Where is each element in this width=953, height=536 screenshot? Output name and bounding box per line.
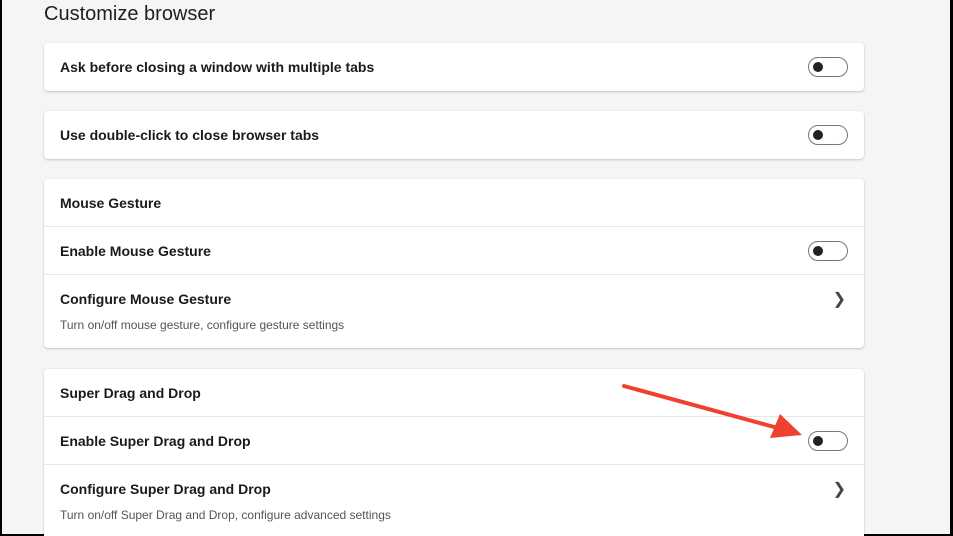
- configure-mouse-gesture-row[interactable]: Configure Mouse Gesture Turn on/off mous…: [44, 275, 864, 348]
- configure-super-drag-row[interactable]: Configure Super Drag and Drop Turn on/of…: [44, 465, 864, 536]
- enable-super-drag-row: Enable Super Drag and Drop: [44, 417, 864, 465]
- dblclick-toggle[interactable]: [808, 125, 848, 145]
- super-drag-header: Super Drag and Drop: [44, 369, 864, 417]
- dblclick-label: Use double-click to close browser tabs: [60, 127, 320, 143]
- enable-mouse-gesture-label: Enable Mouse Gesture: [60, 242, 211, 259]
- dblclick-row: Use double-click to close browser tabs: [44, 111, 864, 159]
- super-drag-card: Super Drag and Drop Enable Super Drag an…: [44, 369, 864, 536]
- ask-close-card: Ask before closing a window with multipl…: [44, 43, 864, 91]
- enable-super-drag-toggle[interactable]: [808, 431, 848, 451]
- configure-mouse-gesture-label: Configure Mouse Gesture: [60, 291, 232, 307]
- mouse-gesture-header: Mouse Gesture: [44, 179, 864, 227]
- mouse-gesture-card: Mouse Gesture Enable Mouse Gesture Confi…: [44, 179, 864, 348]
- chevron-right-icon[interactable]: ❯: [833, 289, 846, 309]
- configure-super-drag-label: Configure Super Drag and Drop: [60, 481, 271, 497]
- configure-mouse-gesture-desc: Turn on/off mouse gesture, configure ges…: [60, 318, 345, 332]
- page-title: Customize browser: [44, 3, 216, 25]
- enable-mouse-gesture-row: Enable Mouse Gesture: [44, 227, 864, 275]
- ask-close-row: Ask before closing a window with multipl…: [44, 43, 864, 91]
- chevron-right-icon[interactable]: ❯: [833, 479, 846, 499]
- enable-mouse-gesture-toggle[interactable]: [808, 241, 848, 261]
- ask-close-toggle[interactable]: [808, 57, 848, 77]
- enable-super-drag-label: Enable Super Drag and Drop: [60, 432, 251, 449]
- configure-super-drag-desc: Turn on/off Super Drag and Drop, configu…: [60, 508, 391, 522]
- dblclick-card: Use double-click to close browser tabs: [44, 111, 864, 159]
- ask-close-label: Ask before closing a window with multipl…: [60, 59, 375, 75]
